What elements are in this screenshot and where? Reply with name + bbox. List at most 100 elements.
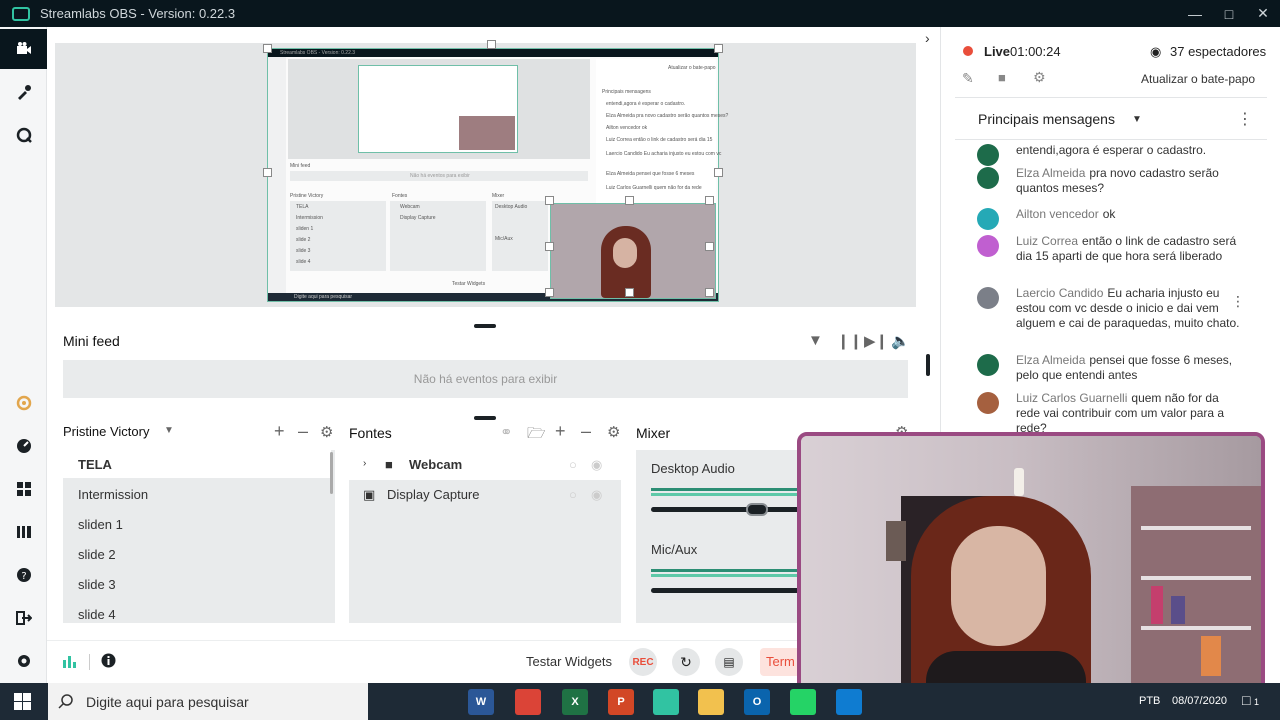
close-button[interactable]: ✕ [1246, 0, 1280, 27]
chevron-right-icon[interactable]: › [363, 458, 366, 469]
chevron-down-icon[interactable]: ▼ [164, 425, 174, 436]
chatbot-nav-button[interactable] [0, 115, 47, 155]
themes-nav-button[interactable] [0, 72, 47, 112]
skip-icon[interactable]: ▶❙ [864, 332, 888, 350]
refresh-chat-button[interactable]: Atualizar o bate-papo [1141, 72, 1255, 86]
chat-username[interactable]: Luiz Carlos Guarnelli [1016, 391, 1127, 405]
scrollbar[interactable] [330, 452, 333, 494]
help-nav-button[interactable]: ? [0, 555, 47, 595]
slider-handle[interactable] [746, 503, 768, 516]
eye-icon[interactable]: ◉ [591, 487, 602, 503]
resize-handle[interactable] [705, 196, 714, 205]
pause-icon[interactable]: ❙❙ [837, 332, 862, 350]
taskview-app-icon[interactable] [421, 689, 447, 715]
resize-handle[interactable] [545, 242, 554, 251]
date-display[interactable]: 08/07/2020 [1172, 695, 1227, 707]
source-name[interactable]: Display Capture [387, 487, 480, 502]
scene-item[interactable]: slide 3 [78, 577, 116, 592]
source-settings-icon[interactable]: ⚙ [607, 423, 620, 441]
layout-nav-button[interactable] [0, 469, 47, 509]
maximize-button[interactable]: □ [1212, 0, 1246, 27]
resize-handle[interactable] [263, 168, 272, 177]
volume-icon[interactable]: 🔈 [891, 332, 910, 350]
settings-icon[interactable]: ⚙ [1033, 69, 1046, 86]
notifications-icon[interactable]: □ [1242, 692, 1250, 708]
chevron-right-icon[interactable]: › [925, 30, 930, 46]
scene-item[interactable]: Intermission [78, 487, 148, 502]
lock-icon[interactable]: ○ [569, 457, 577, 472]
resize-handle[interactable] [487, 40, 496, 49]
chevron-down-icon[interactable]: ▼ [1132, 114, 1142, 125]
resize-handle[interactable] [705, 242, 714, 251]
logout-nav-button[interactable] [0, 598, 47, 638]
remove-source-button[interactable]: – [581, 421, 591, 442]
source-item-webcam[interactable]: › ■ Webcam ○ ◉ [349, 450, 621, 480]
settings-nav-button[interactable] [0, 641, 47, 681]
camera-icon[interactable]: ■ [998, 70, 1006, 85]
streamlabs-app-icon[interactable] [653, 689, 679, 715]
add-source-button[interactable]: + [555, 421, 566, 442]
chrome-app-icon[interactable] [515, 689, 541, 715]
excel-app-icon[interactable]: X [562, 689, 588, 715]
outlook-app-icon[interactable]: O [744, 689, 770, 715]
resize-handle[interactable] [714, 168, 723, 177]
taskbar-search[interactable]: Digite aqui para pesquisar [48, 683, 368, 720]
chat-username[interactable]: Elza Almeida [1016, 166, 1085, 180]
resize-handle[interactable] [705, 288, 714, 297]
resize-handle[interactable] [625, 196, 634, 205]
cortana-app-icon[interactable] [377, 689, 403, 715]
performance-icon[interactable] [63, 654, 77, 668]
scene-selector[interactable]: Pristine Victory [63, 424, 149, 439]
resize-handle[interactable] [545, 288, 554, 297]
lock-icon[interactable]: ○ [569, 487, 577, 502]
chat-username[interactable]: Laercio Candido [1016, 286, 1103, 300]
chat-filter-dropdown[interactable]: Principais mensagens [978, 111, 1115, 127]
eye-icon[interactable]: ◉ [591, 457, 602, 473]
resize-handle[interactable] [714, 44, 723, 53]
shelf [1131, 486, 1261, 693]
minimize-button[interactable]: — [1178, 0, 1212, 27]
scene-item[interactable]: slide 2 [78, 547, 116, 562]
remove-scene-button[interactable]: – [298, 421, 308, 442]
dashboard-nav-button[interactable] [0, 426, 47, 466]
windows-start-icon[interactable] [14, 693, 31, 710]
resize-divider[interactable] [474, 416, 496, 420]
scene-settings-icon[interactable]: ⚙ [320, 423, 333, 441]
link-icon[interactable]: ⚭ [500, 423, 513, 441]
test-widgets-button[interactable]: Testar Widgets [526, 654, 612, 669]
chat-username[interactable]: Luiz Correa [1016, 234, 1078, 248]
chat-username[interactable]: Ailton vencedor [1016, 207, 1099, 221]
explorer-app-icon[interactable] [698, 689, 724, 715]
chat-username[interactable]: Elza Almeida [1016, 353, 1085, 367]
resize-handle[interactable] [625, 288, 634, 297]
studio-preview[interactable]: Streamlabs OBS - Version: 0.22.3 Mini fe… [55, 40, 916, 307]
message-options-icon[interactable]: ⋮ [1231, 293, 1245, 310]
info-icon[interactable] [101, 653, 116, 668]
studio-mode-nav-button[interactable] [0, 512, 47, 552]
resize-handle[interactable] [545, 196, 554, 205]
scene-item[interactable]: slide 4 [78, 607, 116, 622]
word-app-icon[interactable]: W [468, 689, 494, 715]
scene-item[interactable]: TELA [78, 457, 112, 472]
edit-icon[interactable]: ✎ [962, 70, 974, 87]
resize-handle[interactable] [263, 44, 272, 53]
chatbot-icon [16, 127, 32, 143]
resize-divider[interactable] [474, 324, 496, 328]
settings-icon [17, 655, 30, 667]
add-folder-icon[interactable]: 🗁 [527, 423, 546, 448]
scene-item[interactable]: sliden 1 [78, 517, 123, 532]
language-indicator[interactable]: PTB [1139, 695, 1160, 707]
powerpoint-app-icon[interactable]: P [608, 689, 634, 715]
replay-buffer-icon[interactable]: ↻ [672, 648, 700, 676]
edge-app-icon[interactable] [836, 689, 862, 715]
go-live-button[interactable]: Term [760, 648, 800, 676]
filter-icon[interactable]: ▼ [808, 332, 823, 349]
add-scene-button[interactable]: + [274, 421, 285, 442]
resize-divider[interactable] [926, 354, 930, 376]
whatsapp-app-icon[interactable] [790, 689, 816, 715]
prime-nav-button[interactable] [0, 383, 47, 423]
editor-nav-button[interactable] [0, 29, 47, 69]
more-options-icon[interactable]: ⋮ [1237, 109, 1253, 129]
record-button[interactable]: REC [629, 648, 657, 676]
schedule-icon[interactable]: ▤ [715, 648, 743, 676]
